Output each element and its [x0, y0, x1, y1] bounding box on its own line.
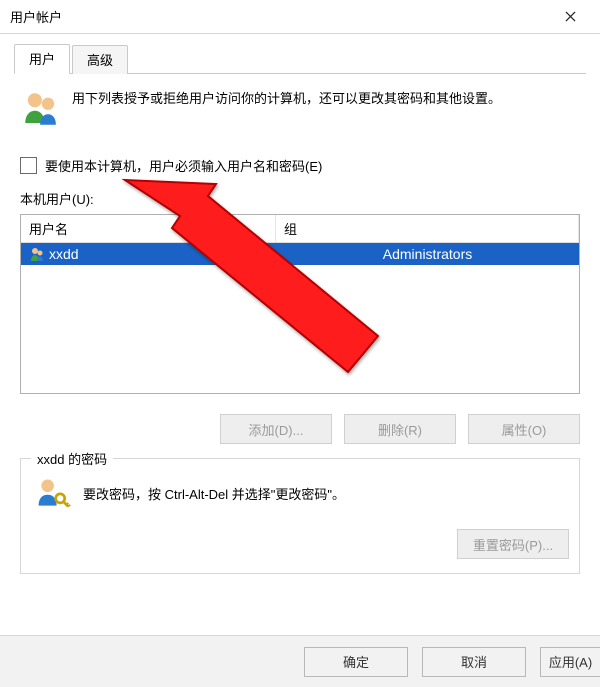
list-header: 用户名 组 — [21, 215, 579, 243]
cancel-button[interactable]: 取消 — [422, 647, 526, 677]
tab-strip: 用户 高级 — [14, 46, 586, 74]
key-user-icon — [35, 475, 71, 511]
window-title: 用户帐户 — [10, 7, 548, 26]
user-list-label: 本机用户(U): — [20, 189, 580, 208]
require-login-label: 要使用本计算机，用户必须输入用户名和密码(E) — [45, 156, 322, 175]
add-button[interactable]: 添加(D)... — [220, 414, 332, 444]
reset-password-button[interactable]: 重置密码(P)... — [457, 529, 569, 559]
password-legend: xxdd 的密码 — [31, 449, 113, 468]
password-groupbox: xxdd 的密码 要改密码，按 Ctrl-Alt-Del 并选择"更改密码"。 … — [20, 458, 580, 574]
password-text: 要改密码，按 Ctrl-Alt-Del 并选择"更改密码"。 — [83, 484, 345, 503]
list-body: xxdd Administrators — [21, 243, 579, 393]
password-buttons: 重置密码(P)... — [31, 529, 569, 559]
users-icon — [20, 88, 62, 130]
checkbox-row: 要使用本计算机，用户必须输入用户名和密码(E) — [20, 156, 580, 175]
properties-button[interactable]: 属性(O) — [468, 414, 580, 444]
close-icon — [565, 11, 576, 22]
apply-button[interactable]: 应用(A) — [540, 647, 600, 677]
cell-username-text: xxdd — [49, 246, 79, 262]
password-row: 要改密码，按 Ctrl-Alt-Del 并选择"更改密码"。 — [31, 475, 569, 511]
intro-row: 用下列表授予或拒绝用户访问你的计算机，还可以更改其密码和其他设置。 — [20, 88, 580, 130]
remove-button[interactable]: 删除(R) — [344, 414, 456, 444]
column-username[interactable]: 用户名 — [21, 215, 276, 242]
client-area: 用户 高级 用下列表授予或拒绝用户访问你的计算机，还可以更改其密码和其他设置。 … — [0, 34, 600, 574]
tab-users[interactable]: 用户 — [14, 44, 70, 74]
ok-button[interactable]: 确定 — [304, 647, 408, 677]
tab-advanced[interactable]: 高级 — [72, 45, 128, 74]
intro-text: 用下列表授予或拒绝用户访问你的计算机，还可以更改其密码和其他设置。 — [72, 88, 501, 110]
list-item[interactable]: xxdd Administrators — [21, 243, 579, 265]
require-login-checkbox[interactable] — [20, 157, 37, 174]
dialog-footer: 确定 取消 应用(A) — [0, 635, 600, 687]
user-list[interactable]: 用户名 组 xxdd Administrators — [20, 214, 580, 394]
column-group[interactable]: 组 — [276, 215, 579, 242]
list-buttons: 添加(D)... 删除(R) 属性(O) — [20, 414, 580, 444]
cell-group: Administrators — [276, 246, 579, 262]
cell-username: xxdd — [21, 246, 276, 262]
close-button[interactable] — [548, 3, 592, 31]
title-bar: 用户帐户 — [0, 0, 600, 34]
user-icon — [29, 246, 45, 262]
